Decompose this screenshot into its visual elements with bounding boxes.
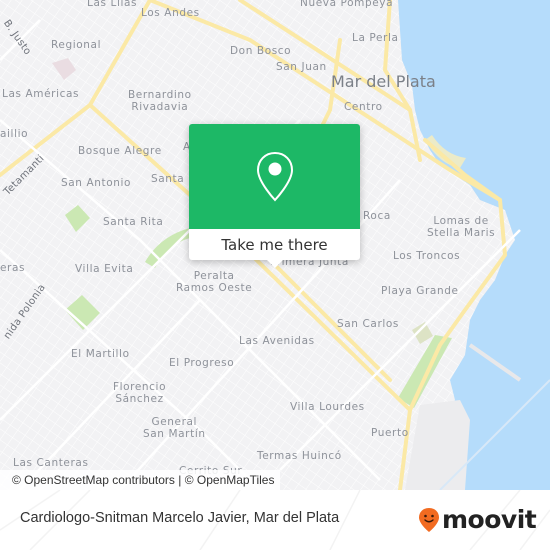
- neighborhood-label: Los Troncos: [393, 250, 461, 262]
- neighborhood-label: Centro: [344, 101, 383, 113]
- neighborhood-label: Las Lilas: [87, 0, 138, 9]
- popup-header: [189, 124, 360, 229]
- neighborhood-label: Don Bosco: [230, 45, 292, 57]
- neighborhood-label: Regional: [51, 39, 102, 51]
- map-canvas[interactable]: Las Lilas Los Andes Nueva Pompeya Region…: [0, 0, 550, 490]
- location-popup: Take me there: [189, 124, 360, 268]
- neighborhood-label: eras: [0, 262, 26, 274]
- neighborhood-label: Termas Huincó: [257, 450, 342, 462]
- neighborhood-label: aillio: [0, 128, 29, 140]
- city-label: Mar del Plata: [331, 72, 436, 91]
- neighborhood-label: Lomas de Stella Maris: [427, 215, 496, 239]
- map-pin-icon: [256, 151, 293, 201]
- map-card: Las Lilas Los Andes Nueva Pompeya Region…: [0, 0, 550, 550]
- neighborhood-label: El Martillo: [71, 348, 130, 360]
- neighborhood-label: San Antonio: [61, 177, 132, 189]
- brand-name: moovit: [442, 505, 537, 534]
- neighborhood-label: Las Avenidas: [239, 335, 315, 347]
- neighborhood-label: Bosque Alegre: [78, 145, 162, 157]
- neighborhood-label: San Juan: [276, 61, 327, 73]
- neighborhood-label: Villa Evita: [75, 263, 134, 275]
- neighborhood-label: Villa Lourdes: [290, 401, 365, 413]
- neighborhood-label: Puerto: [371, 427, 409, 439]
- popup-pointer: [266, 259, 284, 268]
- neighborhood-label: Santa Rita: [103, 216, 164, 228]
- moovit-logo[interactable]: moovit: [418, 505, 537, 534]
- neighborhood-label: El Progreso: [169, 357, 235, 369]
- map-attribution[interactable]: © OpenStreetMap contributors | © OpenMap…: [0, 470, 281, 490]
- place-title: Cardiologo-Snitman Marcelo Javier, Mar d…: [20, 510, 340, 526]
- neighborhood-label: Florencio Sánchez: [113, 381, 167, 405]
- neighborhood-label: San Carlos: [337, 318, 399, 330]
- neighborhood-label: La Perla: [352, 32, 399, 44]
- neighborhood-label: Las Américas: [2, 88, 80, 100]
- neighborhood-label: Los Andes: [141, 7, 200, 19]
- neighborhood-label: Peralta Ramos Oeste: [176, 270, 253, 294]
- neighborhood-label: Roca: [363, 210, 391, 222]
- neighborhood-label: Nueva Pompeya: [300, 0, 394, 9]
- neighborhood-label: General San Martín: [143, 416, 206, 440]
- neighborhood-label: Bernardino Rivadavia: [128, 89, 192, 113]
- neighborhood-label: Las Canteras: [13, 457, 89, 469]
- take-me-there-button[interactable]: Take me there: [189, 229, 360, 260]
- neighborhood-label: Playa Grande: [381, 285, 459, 297]
- moovit-smiley-pin-icon: [419, 507, 439, 532]
